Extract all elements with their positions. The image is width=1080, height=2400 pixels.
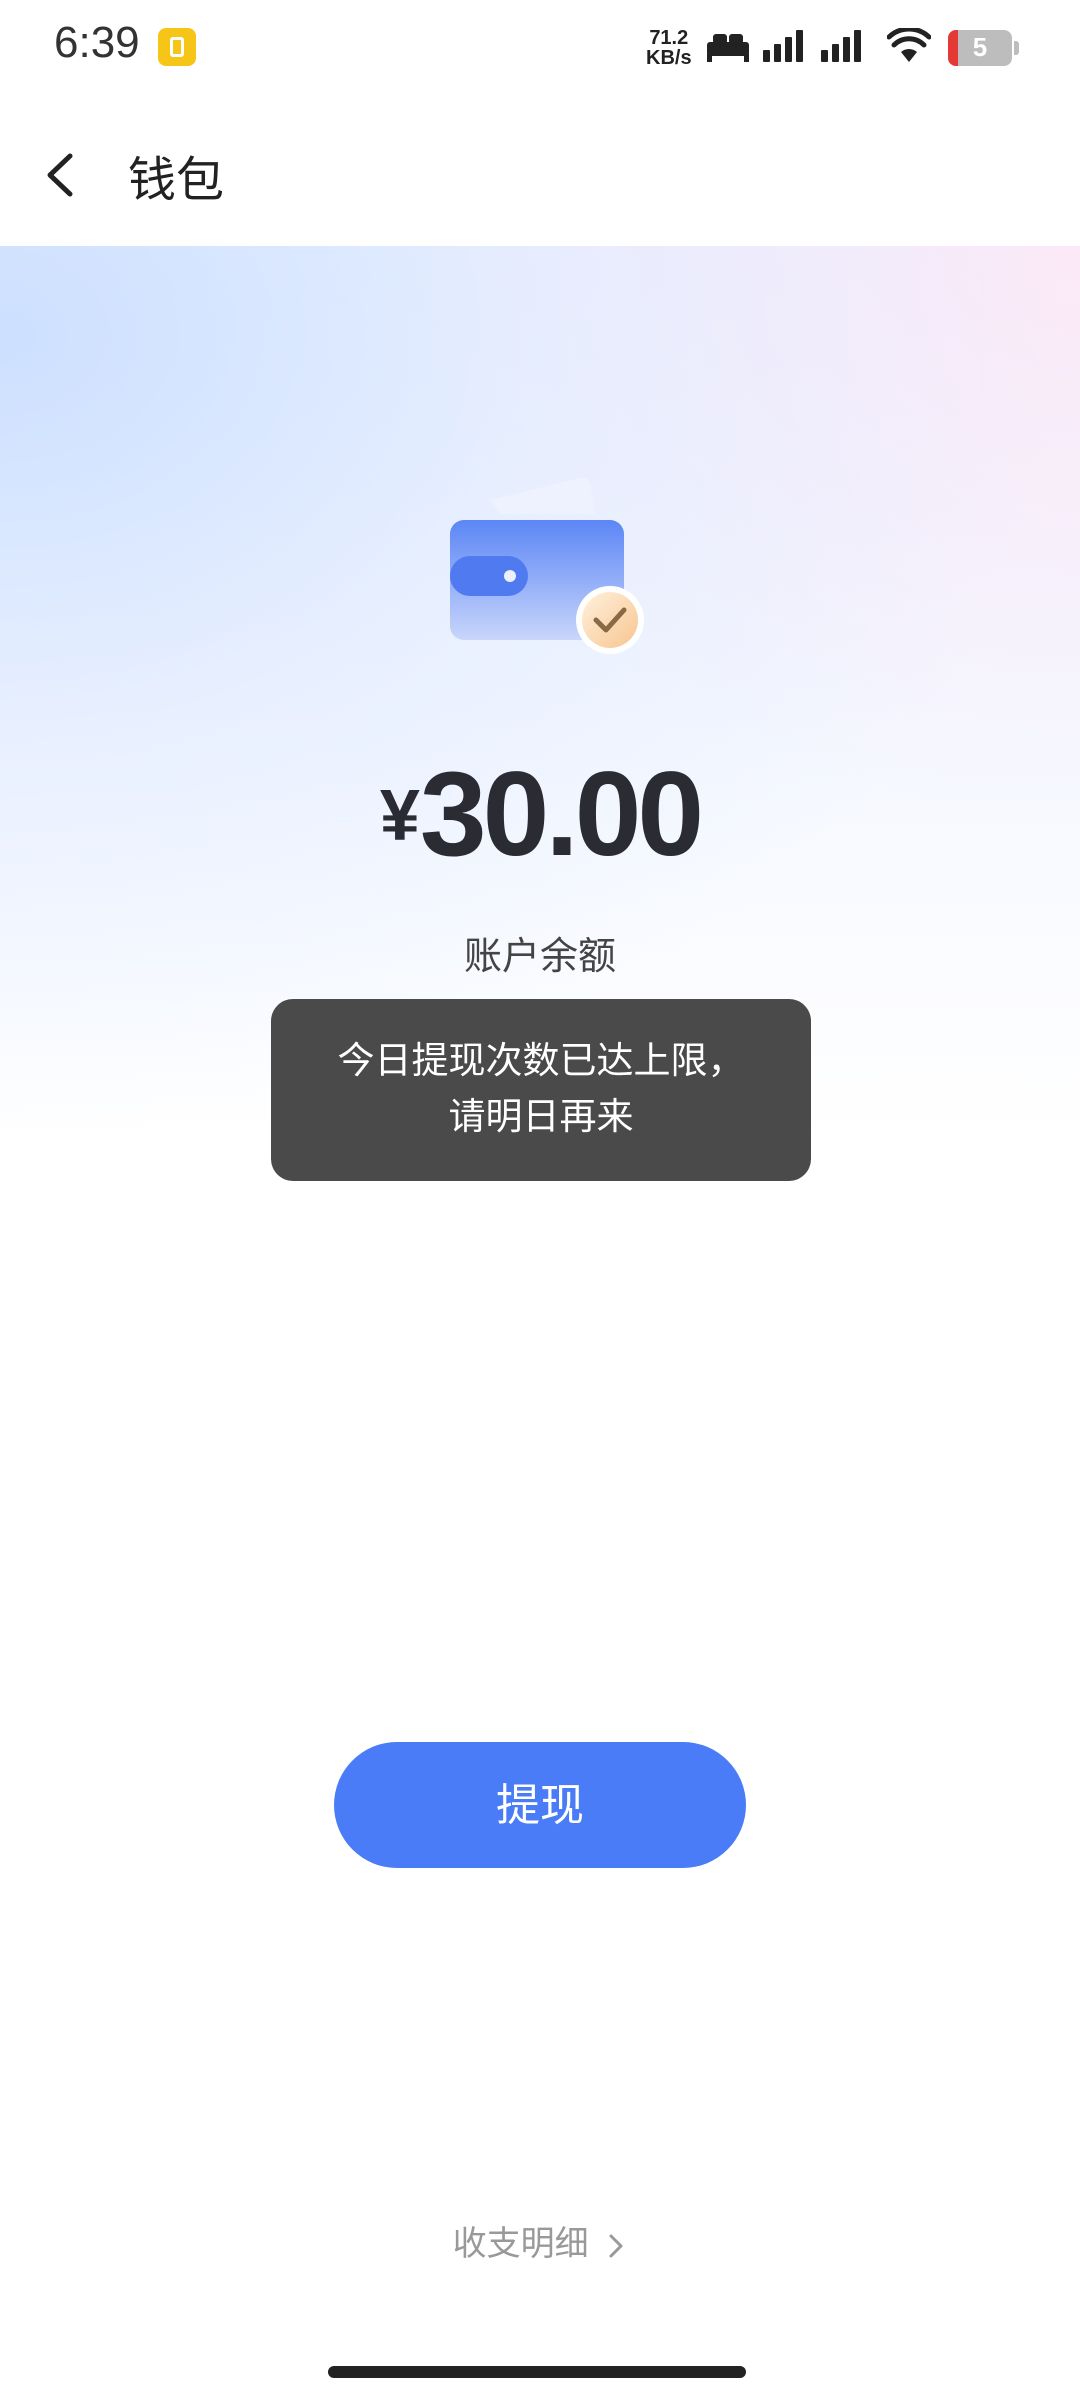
battery-icon: 5 <box>948 30 1012 66</box>
home-indicator[interactable] <box>328 2366 746 2378</box>
withdraw-button[interactable]: 提现 <box>334 1742 746 1868</box>
transaction-details-label: 收支明细 <box>452 2224 589 2264</box>
chevron-left-icon <box>47 153 73 197</box>
network-speed-unit: KB/s <box>646 47 692 69</box>
balance-label: 账户余额 <box>463 934 616 978</box>
chevron-right-icon <box>609 2234 623 2257</box>
battery-tip <box>1014 41 1019 55</box>
network-speed: 71.2 KB/s <box>646 28 692 68</box>
wallet-check-icon <box>450 477 644 654</box>
transaction-details-link[interactable]: 收支明细 <box>0 2216 1080 2265</box>
network-speed-value: 71.2 <box>649 27 689 49</box>
status-time: 6:39 <box>54 18 140 67</box>
toast-message: 今日提现次数已达上限， 请明日再来 <box>271 999 811 1181</box>
nav-bar: 钱包 <box>0 100 1080 246</box>
signal-icon <box>821 28 869 62</box>
toast-line-1: 今日提现次数已达上限， <box>337 1039 745 1082</box>
page-title: 钱包 <box>128 152 225 208</box>
currency-symbol: ¥ <box>379 776 420 856</box>
wifi-icon <box>887 28 931 62</box>
status-bar: 6:39 71.2 KB/s 5 <box>0 0 1080 100</box>
balance-amount: 30.00 <box>419 747 704 881</box>
notification-app-icon <box>158 28 196 66</box>
toast-line-2: 请明日再来 <box>448 1095 634 1138</box>
battery-level: 5 <box>972 32 988 62</box>
back-button[interactable] <box>30 140 100 210</box>
signal-icon <box>763 28 811 62</box>
sleep-mode-icon <box>707 34 749 62</box>
balance-display: ¥30.00 <box>0 745 1080 883</box>
